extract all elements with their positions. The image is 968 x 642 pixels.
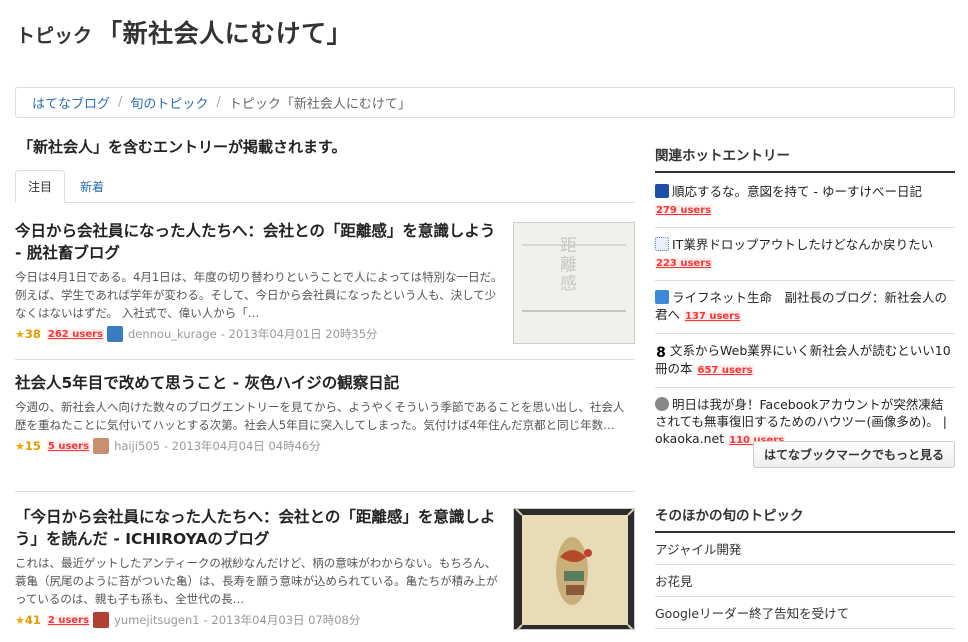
bookmark-users[interactable]: 137 users [684,311,742,322]
entry-title[interactable]: 「今日から会社員になった人たちへ：会社との「距離感」を意識しよう」を読んだ - … [15,506,503,550]
related-hot-entries-title: 関連ホットエントリー [655,144,955,173]
page-title-prefix: トピック [16,25,93,47]
topic-item[interactable]: お花見 [655,565,955,597]
hot-entry-title[interactable]: 明日は我が身！Facebookアカウントが突然凍結されても無事復旧するためのハウ… [655,397,947,446]
star-icon: ★ [15,439,25,453]
fukusa-image [514,509,634,629]
breadcrumb-current: トピック「新社会人にむけて」 [228,97,411,112]
entry-meta: ★ 15 5 users haiji505 - 2013年04月04日 04時4… [15,438,635,454]
topic-item[interactable]: Googleリーダー終了告知を受けて [655,597,955,629]
page-title-main: 「新社会人にむけて」 [97,19,353,48]
lead-text: 「新社会人」を含むエントリーが掲載されます。 [18,138,347,156]
star-count[interactable]: 41 [25,613,41,627]
page-title: トピック 「新社会人にむけて」 [16,14,352,50]
author-avatar [93,612,110,628]
entry-author[interactable]: dennou_kurage [128,327,217,341]
yu-icon [655,184,669,198]
bookmark-users[interactable]: 657 users [696,365,754,376]
hot-entry-title[interactable]: 順応するな。意図を持て - ゆーすけべー日記 [672,184,922,199]
bookmark-users[interactable]: 5 users [46,440,91,452]
thumbnail-text: 距離感 [560,236,577,294]
entry-title[interactable]: 今日から会社員になった人たちへ：会社との「距離感」を意識しよう - 脱社畜ブログ [15,220,503,264]
dots-icon [655,237,669,251]
entry-title[interactable]: 社会人5年目で改めて思うこと - 灰色ハイジの観察日記 [15,372,635,394]
star-count[interactable]: 38 [25,327,41,341]
breadcrumb: はてなブログ / 旬のトピック / トピック「新社会人にむけて」 [15,87,955,118]
entry-date: - 2013年04月03日 07時08分 [203,613,361,627]
hot-entry-title[interactable]: IT業界ドロップアウトしたけどなんか戻りたい [672,237,933,252]
entry-item: 「今日から会社員になった人たちへ：会社との「距離感」を意識しよう」を読んだ - … [15,506,635,642]
entry-date: - 2013年04月01日 20時35分 [220,327,378,341]
entry-thumbnail[interactable] [513,508,635,630]
breadcrumb-topics[interactable]: 旬のトピック [130,93,208,112]
entry-thumbnail[interactable]: 距離感 [513,222,635,344]
entry-item: 今日から会社員になった人たちへ：会社との「距離感」を意識しよう - 脱社畜ブログ… [15,220,635,360]
tab-bar: 注目 新着 [15,170,635,203]
star-icon: ★ [15,327,25,341]
bookmark-users[interactable]: 2 users [46,614,91,626]
entry-meta: ★ 41 2 users yumejitsugen1 - 2013年04月03日… [15,612,503,628]
other-topics: そのほかの旬のトピック アジャイル開発 お花見 Googleリーダー終了告知を受… [655,504,955,629]
more-hatena-bookmark-button[interactable]: はてなブックマークでもっと見る [753,441,955,468]
entry-excerpt: これは、最近ゲットしたアンティークの袱紗なんだけど、柄の意味がわからない。もちろ… [15,556,498,606]
related-hot-entries: 関連ホットエントリー 順応するな。意図を持て - ゆーすけべー日記 279 us… [655,144,955,457]
entry-date: - 2013年04月04日 04時46分 [163,439,321,453]
feather-icon [655,290,669,304]
star-icon: ★ [15,613,25,627]
hot-entry-item[interactable]: 8 文系からWeb業界にいく新社会人が読むといい10冊の本 657 users [655,334,955,388]
bookmark-users[interactable]: 279 users [655,205,713,216]
star-count[interactable]: 15 [25,439,41,453]
author-avatar [106,326,123,342]
tab-new[interactable]: 新着 [77,170,107,203]
tab-featured[interactable]: 注目 [15,170,65,203]
hot-entry-item[interactable]: IT業界ドロップアウトしたけどなんか戻りたい 223 users [655,228,955,281]
entry-author[interactable]: yumejitsugen1 [114,613,200,627]
entry-meta: ★ 38 262 users dennou_kurage - 2013年04月0… [15,326,503,342]
hot-entry-item[interactable]: 順応するな。意図を持て - ゆーすけべー日記 279 users [655,173,955,228]
hot-entry-item[interactable]: ライフネット生命 副社長のブログ：新社会人の君へ 137 users [655,281,955,334]
breadcrumb-separator: / [118,95,123,110]
entry-excerpt: 今日は4月1日である。4月1日は、年度の切り替わりということで人によっては特別な… [15,270,503,320]
entry-excerpt: 今週の、新社会人へ向けた数々のブログエントリーを見てから、ようやくそういう季節で… [15,400,625,432]
breadcrumb-hatena-blog[interactable]: はてなブログ [32,93,110,112]
other-topics-title: そのほかの旬のトピック [655,504,955,533]
face-icon [655,397,669,411]
topic-item[interactable]: アジャイル開発 [655,533,955,565]
bookmark-users[interactable]: 262 users [46,328,104,340]
bookmark-users[interactable]: 223 users [655,258,713,269]
breadcrumb-separator: / [216,95,221,110]
eight-icon: 8 [655,345,667,361]
author-avatar [93,438,110,454]
entry-author[interactable]: haiji505 [114,439,160,453]
entry-item: 社会人5年目で改めて思うこと - 灰色ハイジの観察日記 今週の、新社会人へ向けた… [15,372,635,492]
